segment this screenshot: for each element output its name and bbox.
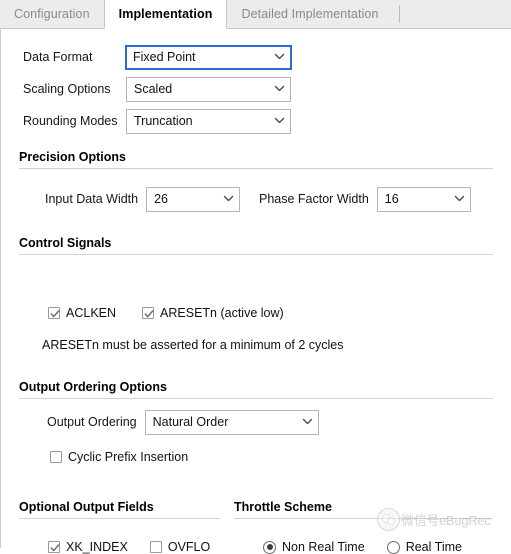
rounding-modes-select[interactable]: Truncation: [126, 108, 291, 134]
aresetn-label: ARESETn (active low): [160, 306, 284, 320]
tab-label: Implementation: [118, 7, 213, 21]
output-ordering-label: Output Ordering: [47, 415, 137, 429]
input-data-width-value: 26: [154, 192, 169, 206]
non-real-time-radio[interactable]: Non Real Time: [263, 540, 365, 554]
chevron-down-icon: [274, 51, 285, 60]
output-ordering-row: Output Ordering Natural Order: [47, 409, 319, 435]
control-signals-checkbox-row: ACLKEN ARESETn (active low): [48, 306, 284, 320]
checkbox-checked-icon: [48, 307, 60, 319]
chevron-down-icon: [274, 115, 285, 124]
aresetn-checkbox[interactable]: ARESETn (active low): [142, 306, 284, 320]
precision-options-section: Precision Options: [19, 150, 493, 169]
radio-selected-icon: [263, 540, 276, 554]
output-ordering-value: Natural Order: [152, 415, 229, 429]
cyclic-prefix-insertion-label: Cyclic Prefix Insertion: [68, 450, 189, 464]
rounding-modes-label: Rounding Modes: [23, 114, 118, 128]
phase-factor-width-select[interactable]: 16: [376, 186, 471, 212]
aresetn-note: ARESETn must be asserted for a minimum o…: [42, 338, 344, 352]
real-time-label: Real Time: [405, 540, 462, 554]
checkbox-checked-icon: [142, 307, 155, 319]
data-format-row: Data Format Fixed Point: [23, 44, 292, 70]
control-signals-title: Control Signals: [19, 236, 112, 250]
section-divider: [234, 518, 493, 519]
chevron-down-icon: [454, 193, 464, 202]
scaling-options-label: Scaling Options: [23, 82, 111, 96]
tab-detailed-implementation[interactable]: Detailed Implementation: [227, 0, 392, 28]
ovflo-checkbox[interactable]: OVFLO: [149, 540, 211, 554]
input-data-width-label: Input Data Width: [45, 192, 139, 206]
section-divider: [19, 518, 220, 519]
tab-bar-filler: [400, 0, 511, 28]
throttle-scheme-section: Throttle Scheme: [234, 500, 493, 519]
tab-configuration[interactable]: Configuration: [0, 0, 104, 28]
optional-output-fields-section: Optional Output Fields: [19, 500, 220, 519]
phase-factor-width-value: 16: [384, 192, 399, 206]
cyclic-prefix-insertion-checkbox[interactable]: Cyclic Prefix Insertion: [50, 450, 188, 464]
output-ordering-title: Output Ordering Options: [19, 380, 167, 394]
precision-options-title: Precision Options: [19, 150, 126, 164]
data-format-value: Fixed Point: [133, 50, 196, 64]
non-real-time-label: Non Real Time: [282, 540, 365, 554]
rounding-modes-value: Truncation: [134, 114, 193, 128]
phase-factor-width-row: Phase Factor Width 16: [259, 186, 471, 212]
rounding-modes-row: Rounding Modes Truncation: [23, 108, 291, 134]
aclken-checkbox[interactable]: ACLKEN: [48, 306, 116, 320]
output-ordering-select[interactable]: Natural Order: [144, 409, 319, 435]
section-divider: [19, 398, 493, 399]
xk-index-checkbox[interactable]: XK_INDEX: [48, 540, 128, 554]
throttle-scheme-radio-group: Non Real Time Real Time: [263, 540, 462, 554]
chevron-down-icon: [223, 193, 234, 202]
scaling-options-row: Scaling Options Scaled: [23, 76, 291, 102]
checkbox-unchecked-icon: [149, 541, 162, 553]
optional-output-fields-title: Optional Output Fields: [19, 500, 154, 514]
tab-label: Configuration: [14, 7, 90, 21]
radio-unselected-icon: [386, 540, 400, 554]
xk-index-label: XK_INDEX: [66, 540, 128, 554]
data-format-select[interactable]: Fixed Point: [125, 44, 292, 70]
input-data-width-row: Input Data Width 26: [45, 186, 241, 212]
real-time-radio[interactable]: Real Time: [386, 540, 462, 554]
scaling-options-select[interactable]: Scaled: [126, 76, 291, 102]
radio-dot: [266, 544, 273, 550]
aclken-label: ACLKEN: [66, 306, 117, 320]
input-data-width-select[interactable]: 26: [146, 186, 241, 212]
section-divider: [19, 168, 493, 169]
checkbox-unchecked-icon: [50, 451, 62, 463]
chevron-down-icon: [274, 83, 285, 92]
output-ordering-section: Output Ordering Options: [19, 380, 493, 399]
control-signals-section: Control Signals: [19, 236, 493, 255]
tab-label: Detailed Implementation: [241, 7, 379, 21]
phase-factor-width-label: Phase Factor Width: [259, 192, 369, 206]
data-format-label: Data Format: [23, 50, 93, 64]
tab-implementation[interactable]: Implementation: [103, 0, 228, 29]
checkbox-checked-icon: [48, 541, 60, 553]
optional-output-fields-row: XK_INDEX OVFLO: [48, 540, 210, 554]
scaling-options-value: Scaled: [134, 82, 173, 96]
chevron-down-icon: [302, 416, 312, 425]
section-divider: [19, 254, 493, 255]
implementation-panel: Data Format Fixed Point Scaling Options …: [0, 29, 511, 554]
ovflo-label: OVFLO: [167, 540, 211, 554]
throttle-scheme-title: Throttle Scheme: [234, 500, 332, 514]
tab-bar: Configuration Implementation Detailed Im…: [0, 0, 511, 29]
